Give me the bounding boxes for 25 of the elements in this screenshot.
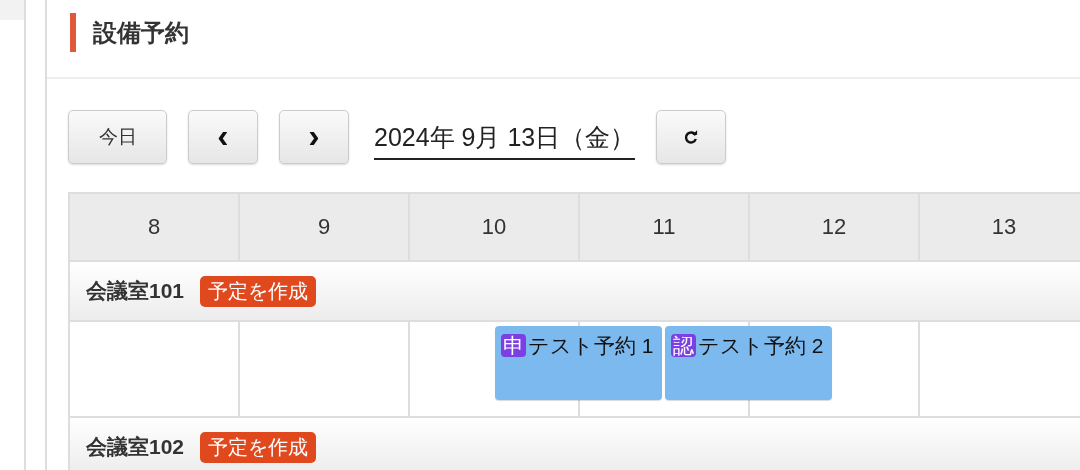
- refresh-button[interactable]: [656, 110, 727, 164]
- room-name: 会議室101: [86, 278, 185, 304]
- hour-header: 12: [750, 194, 920, 260]
- refresh-icon: [683, 129, 700, 145]
- create-event-button[interactable]: 予定を作成: [200, 431, 317, 463]
- create-event-button[interactable]: 予定を作成: [200, 275, 317, 307]
- hour-header: 11: [580, 194, 750, 260]
- status-badge: 申: [501, 334, 526, 357]
- event-block[interactable]: 認 テスト予約 2: [665, 326, 832, 400]
- previous-button[interactable]: ‹: [188, 110, 258, 164]
- page-title: 設備予約: [93, 17, 189, 48]
- hour-header: 13: [920, 194, 1080, 260]
- title-accent: [70, 13, 76, 52]
- status-badge: 認: [671, 334, 696, 357]
- sidebar-panel: [0, 0, 24, 20]
- date-field[interactable]: 2024年 9月 13日（金）: [374, 114, 636, 160]
- next-button[interactable]: ›: [279, 110, 349, 164]
- today-button[interactable]: 今日: [68, 110, 167, 164]
- hour-header: 8: [70, 194, 240, 260]
- hour-header: 10: [410, 194, 580, 260]
- room-name: 会議室102: [86, 434, 185, 460]
- event-title: テスト予約 2: [698, 334, 824, 357]
- event-block[interactable]: 申 テスト予約 1: [495, 326, 662, 400]
- event-title: テスト予約 1: [528, 334, 654, 357]
- hour-header: 9: [240, 194, 410, 260]
